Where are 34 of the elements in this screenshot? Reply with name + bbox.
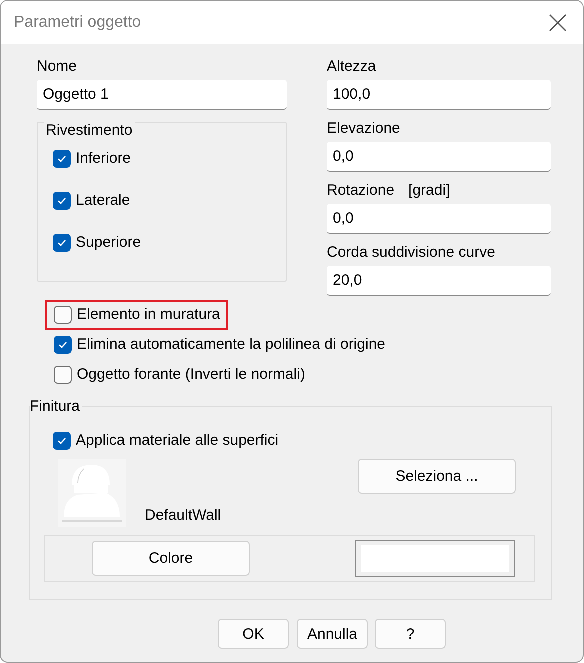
color-swatch[interactable] [355,540,515,577]
checkbox-label: Elimina automaticamente la polilinea di origine [77,335,386,355]
color-button[interactable]: Colore [92,541,250,576]
checkbox[interactable] [53,234,71,252]
checkbox[interactable] [53,150,71,168]
input-field[interactable]: 100,0 [327,80,551,110]
field-label: Altezza [327,58,376,76]
dialog-button[interactable]: OK [218,619,289,649]
input-field[interactable]: 20,0 [327,266,551,296]
close-icon[interactable] [549,14,567,32]
unit-label: [gradi] [408,182,450,200]
dialog-button[interactable]: ? [375,619,446,649]
checkbox[interactable] [54,306,72,324]
input-field[interactable]: 0,0 [327,204,551,234]
material-name: DefaultWall [145,507,222,524]
field-label: Corda suddivisione curve [327,244,496,262]
checkbox[interactable] [53,432,71,450]
field-label: Elevazione [327,120,400,138]
input-field[interactable]: 0,0 [327,142,551,172]
checkbox[interactable] [53,192,71,210]
checkbox-label: Oggetto forante (Inverti le normali) [77,365,306,385]
checkbox-label: Inferiore [76,149,132,169]
dialog-button[interactable]: Annulla [297,619,368,649]
select-button[interactable]: Seleziona ... [358,459,516,494]
field-label: Rotazione [327,182,395,200]
checkbox-label: Laterale [76,191,130,211]
name-field[interactable]: Oggetto 1 [37,80,287,110]
checkbox[interactable] [54,336,72,354]
checkbox[interactable] [54,366,72,384]
checkbox-label: Applica materiale alle superfici [76,431,279,451]
window-title: Parametri oggetto [14,14,142,32]
field-label: Nome [37,58,78,76]
checkbox-label: Elemento in muratura [77,305,220,325]
checkbox-label: Superiore [76,233,142,253]
